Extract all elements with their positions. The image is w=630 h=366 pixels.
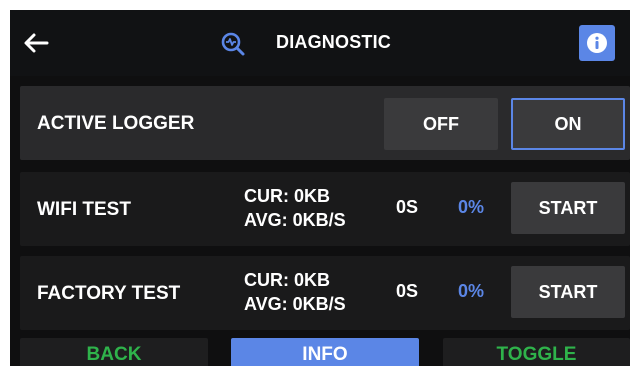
factory-test-label: FACTORY TEST	[37, 283, 181, 304]
toggle-button[interactable]: TOGGLE	[443, 338, 630, 366]
wifi-test-stats: CUR: 0KB AVG: 0KB/S	[244, 184, 346, 232]
factory-start-button[interactable]: START	[511, 266, 625, 318]
wifi-test-label: WIFI TEST	[37, 199, 131, 220]
page-title: DIAGNOSTIC	[276, 32, 392, 52]
factory-current-size: CUR: 0KB	[244, 270, 331, 290]
info-tab-button[interactable]: INFO	[231, 338, 419, 366]
info-icon	[587, 33, 607, 53]
magnifier-pulse-icon	[220, 31, 246, 57]
back-arrow-icon[interactable]	[22, 28, 50, 58]
bottom-bar: BACK INFO TOGGLE	[10, 338, 630, 366]
factory-average-rate: AVG: 0KB/S	[244, 294, 346, 314]
wifi-progress-percent: 0%	[458, 197, 485, 217]
wifi-elapsed-seconds: 0S	[396, 197, 419, 217]
diagnostic-screen: DIAGNOSTIC ACTIVE LOGGER OFF ON WIFI TES…	[10, 10, 630, 366]
factory-progress-percent: 0%	[458, 281, 485, 301]
logger-off-button[interactable]: OFF	[384, 98, 498, 150]
back-button[interactable]: BACK	[20, 338, 208, 366]
factory-test-row: FACTORY TEST CUR: 0KB AVG: 0KB/S 0S 0% S…	[20, 256, 630, 330]
wifi-average-rate: AVG: 0KB/S	[244, 210, 346, 230]
info-button[interactable]	[579, 25, 615, 61]
wifi-current-size: CUR: 0KB	[244, 186, 331, 206]
active-logger-row: ACTIVE LOGGER OFF ON	[20, 86, 630, 160]
factory-test-stats: CUR: 0KB AVG: 0KB/S	[244, 268, 346, 316]
wifi-start-button[interactable]: START	[511, 182, 625, 234]
factory-elapsed-seconds: 0S	[396, 281, 419, 301]
header-bar: DIAGNOSTIC	[10, 10, 630, 76]
wifi-test-row: WIFI TEST CUR: 0KB AVG: 0KB/S 0S 0% STAR…	[20, 172, 630, 246]
active-logger-label: ACTIVE LOGGER	[37, 113, 195, 134]
arrow-left-icon	[24, 33, 49, 53]
logger-on-button[interactable]: ON	[511, 98, 625, 150]
